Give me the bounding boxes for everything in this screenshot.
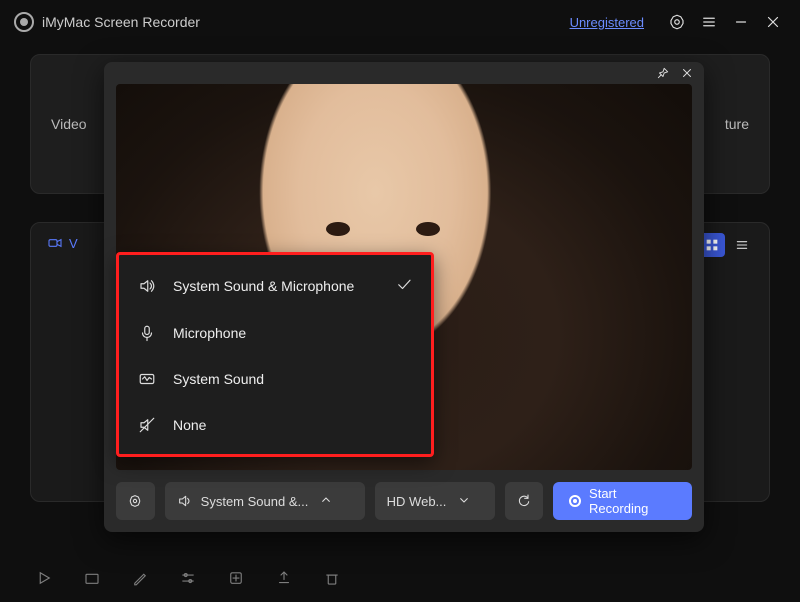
- mode-video-label: Video: [51, 116, 87, 132]
- system-sound-icon: [137, 370, 157, 388]
- menu-item-label: None: [173, 417, 206, 433]
- menu-item-label: System Sound & Microphone: [173, 278, 354, 294]
- menu-icon[interactable]: [696, 9, 722, 35]
- mute-icon: [137, 416, 157, 434]
- app-logo-icon: [14, 12, 34, 32]
- footer-tools: [34, 568, 342, 588]
- pin-icon[interactable]: [656, 66, 670, 80]
- mic-icon: [137, 324, 157, 342]
- folder-icon[interactable]: [82, 568, 102, 588]
- sliders-icon[interactable]: [178, 568, 198, 588]
- refresh-button[interactable]: [505, 482, 544, 520]
- titlebar: iMyMac Screen Recorder Unregistered: [0, 0, 800, 44]
- overlay-close-icon[interactable]: [680, 66, 694, 80]
- edit-icon[interactable]: [130, 568, 150, 588]
- chevron-up-icon: [318, 492, 334, 511]
- mode-right-label-fragment: ture: [725, 116, 749, 132]
- unregistered-link[interactable]: Unregistered: [570, 15, 644, 30]
- menu-item-none[interactable]: None: [119, 402, 431, 448]
- app-title: iMyMac Screen Recorder: [42, 14, 200, 30]
- chevron-down-icon: [456, 492, 472, 511]
- settings-gear-icon[interactable]: [664, 9, 690, 35]
- menu-item-microphone[interactable]: Microphone: [119, 310, 431, 356]
- audio-source-label: System Sound &...: [201, 494, 309, 509]
- play-icon[interactable]: [34, 568, 54, 588]
- share-icon[interactable]: [274, 568, 294, 588]
- close-button[interactable]: [760, 9, 786, 35]
- record-icon: [569, 495, 581, 507]
- audio-source-menu: System Sound & Microphone Microphone Sys…: [116, 252, 434, 457]
- start-recording-button[interactable]: Start Recording: [553, 482, 692, 520]
- check-icon: [395, 275, 413, 296]
- camera-source-label: HD Web...: [387, 494, 447, 509]
- audio-source-dropdown[interactable]: System Sound &...: [165, 482, 365, 520]
- view-list-button[interactable]: [729, 233, 755, 257]
- start-recording-label: Start Recording: [589, 486, 676, 516]
- camera-source-dropdown[interactable]: HD Web...: [375, 482, 495, 520]
- trash-icon[interactable]: [322, 568, 342, 588]
- recordings-head-label: V: [69, 236, 78, 251]
- menu-item-system-and-mic[interactable]: System Sound & Microphone: [119, 261, 431, 310]
- overlay-settings-button[interactable]: [116, 482, 155, 520]
- menu-item-label: System Sound: [173, 371, 264, 387]
- menu-item-system-sound[interactable]: System Sound: [119, 356, 431, 402]
- overlay-controls: System Sound &... HD Web... Start Record…: [104, 470, 704, 532]
- export-icon[interactable]: [226, 568, 246, 588]
- menu-item-label: Microphone: [173, 325, 246, 341]
- minimize-button[interactable]: [728, 9, 754, 35]
- view-toggles: [699, 233, 755, 257]
- speaker-icon: [137, 277, 157, 295]
